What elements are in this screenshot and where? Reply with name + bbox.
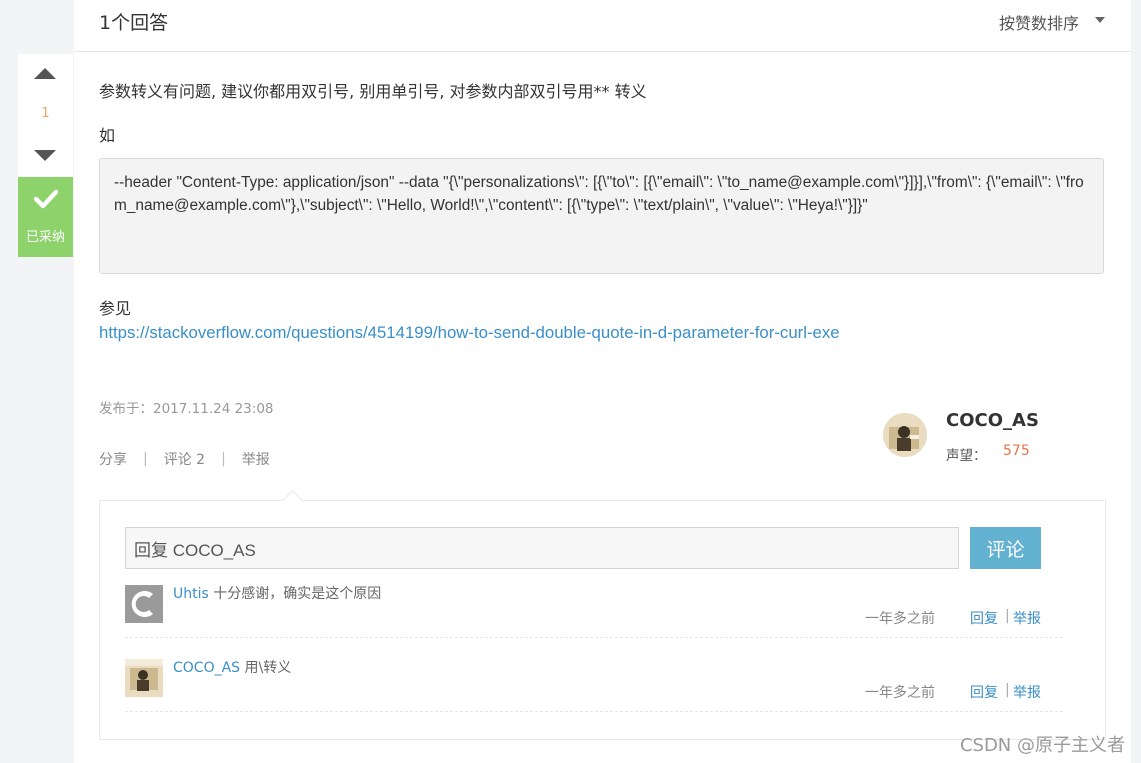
answer-paragraph: 参数转义有问题, 建议你都用双引号, 别用单引号, 对参数内部双引号用** 转义 bbox=[99, 82, 647, 101]
avatar[interactable] bbox=[883, 413, 927, 457]
comment-time: 一年多之前 bbox=[865, 611, 935, 627]
comment-submit-button[interactable]: 评论 bbox=[970, 527, 1041, 569]
answer-paragraph: 如 bbox=[99, 126, 116, 145]
answer-count: 1个回答 bbox=[99, 12, 169, 34]
comments-panel: 评论 Uhtis 十分感谢，确实是这个原因 一年多之前 回复 | 举报 bbox=[99, 489, 1106, 740]
accepted-badge: 已采纳 bbox=[18, 177, 73, 257]
checkmark-icon bbox=[34, 189, 58, 209]
accepted-label: 已采纳 bbox=[25, 230, 65, 245]
comment-report-link[interactable]: 举报 bbox=[1013, 608, 1041, 628]
comment-item: Uhtis 十分感谢，确实是这个原因 一年多之前 回复 | 举报 bbox=[125, 573, 1063, 638]
watermark: CSDN @原子主义者 bbox=[959, 735, 1125, 756]
vote-count: 1 bbox=[41, 106, 50, 121]
comment-text: COCO_AS 用\转义 bbox=[173, 657, 291, 677]
answer-paragraph: 参见 bbox=[99, 299, 132, 318]
comment-body: 用\转义 bbox=[240, 660, 292, 676]
comment-report-link[interactable]: 举报 bbox=[1013, 682, 1041, 702]
avatar[interactable] bbox=[125, 659, 163, 697]
published-date: 发布于：2017.11.24 23:08 bbox=[99, 401, 274, 417]
comment-item: COCO_AS 用\转义 一年多之前 回复 | 举报 bbox=[125, 647, 1063, 712]
avatar-image bbox=[883, 413, 927, 457]
upvote-arrow-icon[interactable] bbox=[34, 68, 56, 79]
code-block: --header "Content-Type: application/json… bbox=[99, 158, 1104, 274]
comment-separator: | bbox=[1005, 682, 1010, 698]
comment-reply-link[interactable]: 回复 bbox=[970, 682, 998, 702]
comment-link[interactable]: 评论 2 bbox=[164, 449, 205, 469]
avatar-image bbox=[125, 585, 163, 623]
sort-dropdown[interactable]: 按赞数排序 bbox=[999, 10, 1079, 34]
answer-actions: 分享 | 评论 2 | 举报 bbox=[99, 449, 270, 469]
author-name[interactable]: COCO_AS bbox=[946, 410, 1039, 431]
reference-link[interactable]: https://stackoverflow.com/questions/4514… bbox=[99, 323, 840, 343]
reputation-value: 575 bbox=[1003, 443, 1030, 459]
downvote-arrow-icon[interactable] bbox=[34, 150, 56, 161]
comment-reply-link[interactable]: 回复 bbox=[970, 608, 998, 628]
comment-user[interactable]: Uhtis bbox=[173, 586, 209, 602]
panel-pointer bbox=[281, 489, 304, 512]
reply-input[interactable] bbox=[125, 527, 959, 569]
reputation-label: 声望： bbox=[946, 448, 987, 464]
chevron-down-icon[interactable] bbox=[1095, 17, 1105, 23]
comment-text: Uhtis 十分感谢，确实是这个原因 bbox=[173, 583, 381, 603]
answer-card: 1个回答 按赞数排序 参数转义有问题, 建议你都用双引号, 别用单引号, 对参数… bbox=[74, 0, 1131, 763]
avatar[interactable] bbox=[125, 585, 163, 623]
comment-time: 一年多之前 bbox=[865, 685, 935, 701]
vote-widget: 1 bbox=[18, 54, 73, 176]
comment-separator: | bbox=[1005, 608, 1010, 624]
comment-body: 十分感谢，确实是这个原因 bbox=[208, 586, 382, 602]
avatar-image bbox=[125, 659, 163, 697]
share-link[interactable]: 分享 bbox=[99, 449, 127, 469]
answer-header: 1个回答 按赞数排序 bbox=[74, 0, 1131, 52]
action-separator: | bbox=[221, 451, 226, 467]
comment-user[interactable]: COCO_AS bbox=[173, 660, 240, 676]
action-separator: | bbox=[143, 451, 148, 467]
report-link[interactable]: 举报 bbox=[242, 449, 270, 469]
